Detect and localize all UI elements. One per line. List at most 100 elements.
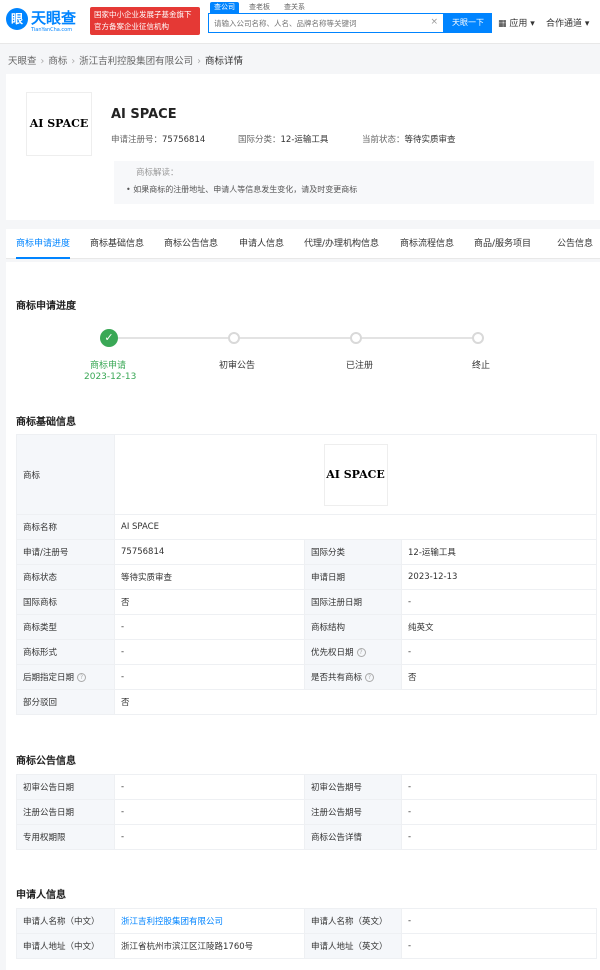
table-row: 申请/注册号 75756814 国际分类 12-运输工具 bbox=[16, 539, 598, 565]
table-key: 申请人地址（中文） bbox=[16, 933, 115, 959]
trademark-image: AI SPACE bbox=[26, 92, 92, 156]
reg-no-meta: 申请注册号：75756814 bbox=[111, 133, 205, 145]
logo-domain: TianYanCha.com bbox=[31, 27, 73, 33]
tab-applicant-info[interactable]: 申请人信息 bbox=[239, 229, 284, 259]
table-value: - bbox=[114, 664, 305, 690]
shared-trademark-label: 是否共有商标 bbox=[311, 673, 363, 683]
priority-date-label: 优先权日期 bbox=[311, 648, 354, 658]
table-value: - bbox=[400, 589, 598, 615]
table-key: 申请人地址（英文） bbox=[304, 933, 402, 959]
table-key: 申请人名称（英文） bbox=[304, 908, 402, 934]
table-value: 12-运输工具 bbox=[400, 539, 598, 565]
tab-goods-services[interactable]: 商品/服务项目 bbox=[474, 229, 531, 259]
table-value: - bbox=[114, 639, 305, 665]
badge-line-2: 官方备案企业征信机构 bbox=[94, 22, 169, 31]
search-tab-boss[interactable]: 查老板 bbox=[245, 2, 274, 13]
clear-icon[interactable]: × bbox=[430, 17, 438, 27]
tab-notice-info[interactable]: 商标公告信息 bbox=[164, 229, 218, 259]
top-header: 眼 天眼查 TianYanCha.com 国家中小企业发展子基金旗下 官方备案企… bbox=[0, 0, 600, 44]
table-value: - bbox=[114, 774, 305, 800]
breadcrumb-company[interactable]: 浙江吉利控股集团有限公司 bbox=[79, 56, 193, 67]
table-value: - bbox=[401, 908, 597, 934]
breadcrumb-trademark[interactable]: 商标 bbox=[48, 56, 67, 67]
coop-label: 合作通道 bbox=[546, 19, 583, 29]
help-icon[interactable]: ? bbox=[77, 673, 87, 682]
notice-info-table: 初审公告日期 - 初审公告期号 - 注册公告日期 - 注册公告期号 - 专用权期… bbox=[16, 774, 597, 850]
table-key: 国际商标 bbox=[16, 589, 115, 615]
search-tab-relation[interactable]: 查关系 bbox=[280, 2, 309, 13]
table-key: 商标形式 bbox=[16, 639, 115, 665]
tab-basic-info[interactable]: 商标基础信息 bbox=[90, 229, 144, 259]
progress-line-2 bbox=[240, 337, 350, 339]
progress-step-label: 已注册 bbox=[346, 361, 374, 371]
table-key: 商标公告详情 bbox=[304, 824, 402, 850]
tab-progress[interactable]: 商标申请进度 bbox=[16, 229, 71, 259]
table-key: 商标状态 bbox=[16, 564, 115, 590]
table-value: - bbox=[114, 799, 305, 825]
table-value: - bbox=[401, 824, 597, 850]
search-type-tabs: 查公司 查老板 查关系 bbox=[210, 2, 315, 13]
trademark-image-large: AI SPACE bbox=[323, 443, 388, 506]
search-button[interactable]: 天眼一下 bbox=[444, 13, 492, 33]
table-key: 国际分类 bbox=[304, 539, 402, 565]
cooperation-menu[interactable]: 合作通道 ▾ bbox=[546, 16, 589, 29]
chevron-right-icon: › bbox=[40, 56, 45, 67]
apps-menu[interactable]: ▦ 应用 ▾ bbox=[498, 16, 535, 29]
later-designation-label: 后期指定日期 bbox=[23, 673, 75, 683]
table-key: 初审公告期号 bbox=[304, 774, 402, 800]
breadcrumb-current: 商标详情 bbox=[204, 56, 243, 67]
table-value: 否 bbox=[400, 664, 598, 690]
status-meta: 当前状态：等待实质审查 bbox=[362, 133, 456, 145]
table-key: 初审公告日期 bbox=[16, 774, 115, 800]
table-value: - bbox=[400, 639, 598, 665]
table-value: - bbox=[114, 824, 305, 850]
table-value: - bbox=[401, 774, 597, 800]
table-value: - bbox=[401, 933, 597, 959]
status-label: 当前状态： bbox=[362, 135, 405, 145]
table-key: 注册公告日期 bbox=[16, 799, 115, 825]
table-row: 申请人名称（中文） 浙江吉利控股集团有限公司 申请人名称（英文） - bbox=[16, 908, 597, 934]
tab-flow-info[interactable]: 商标流程信息 bbox=[400, 229, 454, 259]
apps-label: 应用 bbox=[509, 19, 528, 29]
table-row: 初审公告日期 - 初审公告期号 - bbox=[16, 774, 597, 800]
table-key: 专用权期限 bbox=[16, 824, 115, 850]
table-value: AI SPACE bbox=[113, 514, 598, 540]
table-key: 后期指定日期? bbox=[16, 664, 115, 690]
notice-info-title: 商标公告信息 bbox=[16, 756, 76, 767]
progress-step-label: 终止 bbox=[472, 361, 491, 371]
table-value: 2023-12-13 bbox=[400, 564, 598, 590]
class-label: 国际分类： bbox=[238, 135, 281, 145]
help-icon[interactable]: ? bbox=[365, 673, 375, 682]
main-content: 商标申请进度 ✓ 商标申请 初审公告 已注册 终止 2023-12-13 商标基… bbox=[6, 262, 600, 970]
table-key: 商标类型 bbox=[16, 614, 115, 640]
tab-announcements[interactable]: 公告信息 bbox=[557, 229, 593, 259]
table-row: 部分驳回 否 bbox=[16, 689, 598, 715]
class-value: 12-运输工具 bbox=[280, 135, 329, 145]
table-key: 商标名称 bbox=[16, 514, 115, 540]
note-title: 商标解读： bbox=[136, 168, 179, 178]
progress-step-dot bbox=[228, 332, 240, 344]
logo-eye-icon: 眼 bbox=[6, 8, 28, 30]
chevron-right-icon: › bbox=[71, 56, 76, 67]
table-value: 否 bbox=[114, 589, 305, 615]
tianyancha-logo[interactable]: 眼 天眼查 TianYanCha.com bbox=[6, 6, 88, 36]
breadcrumb-home[interactable]: 天眼查 bbox=[8, 56, 37, 67]
progress-step-dot bbox=[472, 332, 484, 344]
tab-agency-info[interactable]: 代理/办理机构信息 bbox=[304, 229, 379, 259]
table-key: 商标结构 bbox=[304, 614, 402, 640]
progress-step-date: 2023-12-13 bbox=[84, 372, 137, 382]
chevron-right-icon: › bbox=[197, 56, 201, 67]
help-icon[interactable]: ? bbox=[356, 648, 366, 657]
search-input[interactable] bbox=[214, 14, 424, 32]
table-key: 国际注册日期 bbox=[304, 589, 402, 615]
progress-line-3 bbox=[362, 337, 472, 339]
table-value: 否 bbox=[113, 689, 598, 715]
note-body: • 如果商标的注册地址、申请人等信息发生变化，请及时变更商标 bbox=[126, 185, 358, 194]
applicant-info-title: 申请人信息 bbox=[16, 890, 66, 901]
trademark-note: 商标解读： • 如果商标的注册地址、申请人等信息发生变化，请及时变更商标 bbox=[114, 161, 594, 204]
table-row: 专用权期限 - 商标公告详情 - bbox=[16, 824, 597, 850]
applicant-company-link[interactable]: 浙江吉利控股集团有限公司 bbox=[114, 908, 305, 934]
table-row: 商标状态 等待实质审查 申请日期 2023-12-13 bbox=[16, 564, 598, 590]
search-tab-company[interactable]: 查公司 bbox=[210, 2, 239, 13]
table-key: 注册公告期号 bbox=[304, 799, 402, 825]
